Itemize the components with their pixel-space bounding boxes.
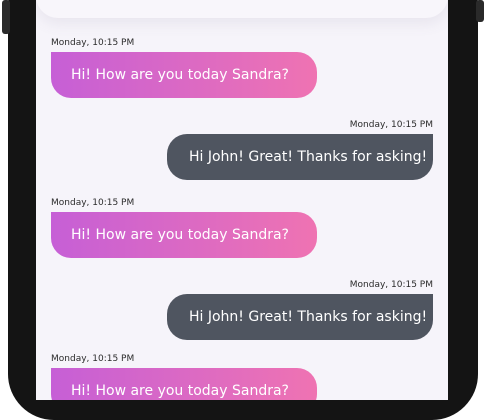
- chat-header: [36, 0, 448, 18]
- message-received: Monday, 10:15 PM Hi! How are you today S…: [51, 198, 317, 258]
- phone-side-button: [2, 0, 10, 34]
- chat-screen[interactable]: Monday, 10:15 PM Hi! How are you today S…: [36, 0, 448, 400]
- message-sent: Monday, 10:15 PM Hi John! Great! Thanks …: [167, 120, 433, 180]
- message-received: Monday, 10:15 PM Hi! How are you today S…: [51, 354, 317, 400]
- message-sent: Monday, 10:15 PM Hi John! Great! Thanks …: [167, 280, 433, 340]
- sent-message-bubble[interactable]: Hi John! Great! Thanks for asking!: [167, 134, 433, 180]
- phone-power-button: [476, 0, 484, 22]
- message-timestamp: Monday, 10:15 PM: [51, 198, 135, 208]
- received-message-bubble[interactable]: Hi! How are you today Sandra?: [51, 52, 317, 98]
- received-message-bubble[interactable]: Hi! How are you today Sandra?: [51, 212, 317, 258]
- message-timestamp: Monday, 10:15 PM: [349, 280, 433, 290]
- message-timestamp: Monday, 10:15 PM: [51, 354, 135, 364]
- sent-message-bubble[interactable]: Hi John! Great! Thanks for asking!: [167, 294, 433, 340]
- message-timestamp: Monday, 10:15 PM: [51, 38, 135, 48]
- message-timestamp: Monday, 10:15 PM: [349, 120, 433, 130]
- message-received: Monday, 10:15 PM Hi! How are you today S…: [51, 38, 317, 98]
- received-message-bubble[interactable]: Hi! How are you today Sandra?: [51, 368, 317, 400]
